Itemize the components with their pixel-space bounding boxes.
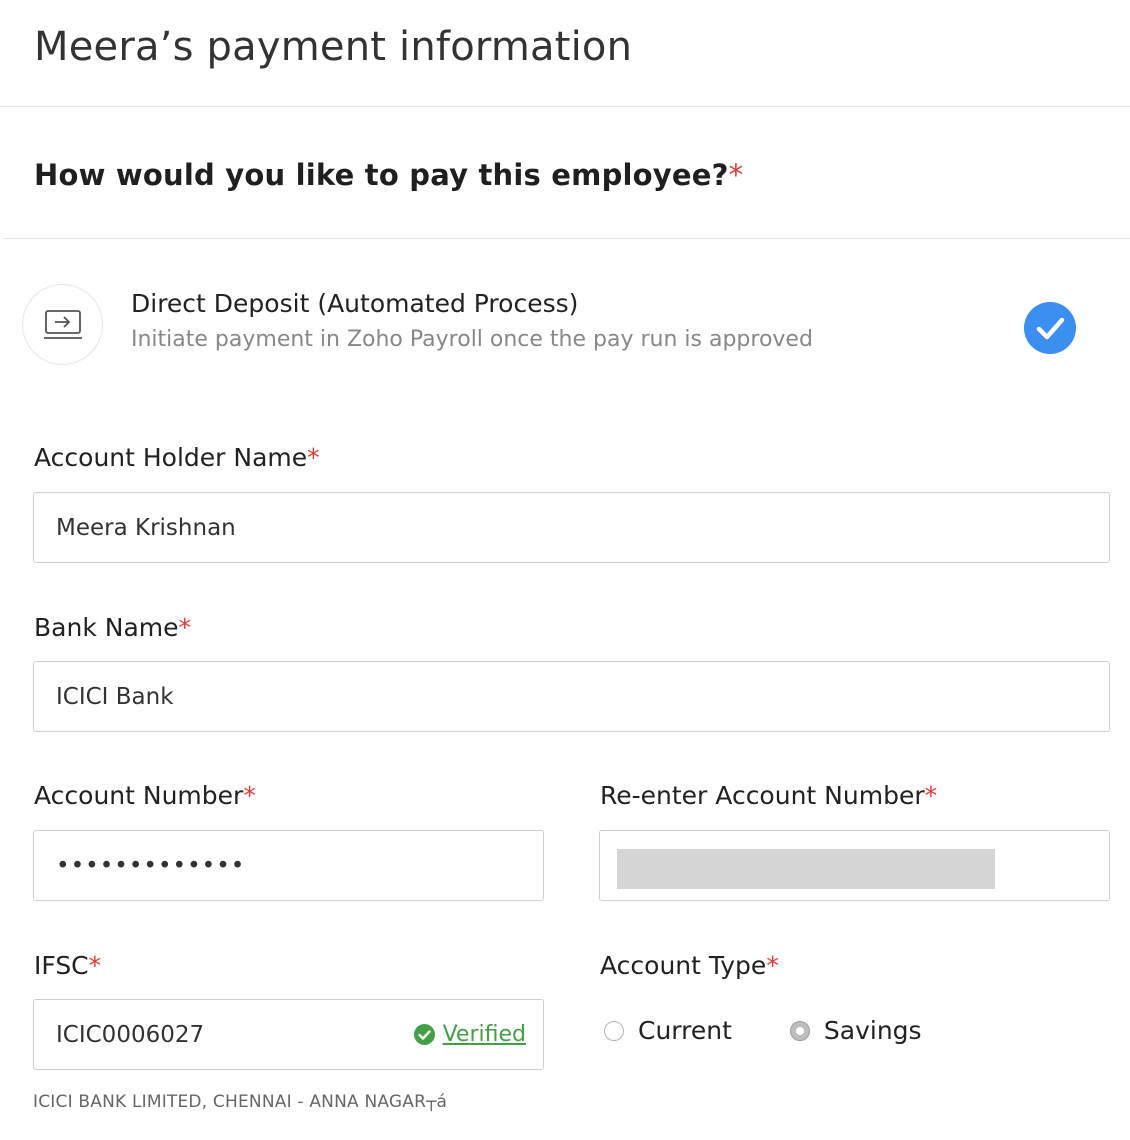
reenter-account-number-label-text: Re-enter Account Number — [600, 781, 925, 810]
account-type-savings-option[interactable]: Savings — [789, 1016, 922, 1045]
account-number-label-text: Account Number — [34, 781, 244, 810]
verified-link[interactable]: Verified — [443, 1022, 526, 1047]
page-header: Meera’s payment information — [0, 0, 1130, 107]
required-asterisk: * — [924, 781, 938, 810]
ifsc-label: IFSC* — [34, 951, 101, 980]
option-description: Initiate payment in Zoho Payroll once th… — [131, 327, 813, 352]
account-type-radio-group: Current Savings — [604, 1016, 980, 1045]
account-type-current-option[interactable]: Current — [604, 1016, 732, 1045]
radio-savings[interactable] — [789, 1020, 810, 1041]
ifsc-input[interactable]: ICIC0006027 Verified — [33, 999, 544, 1070]
question-text: How would you like to pay this employee?… — [34, 158, 743, 192]
checkmark-circle-icon — [1024, 302, 1076, 354]
radio-savings-label: Savings — [823, 1016, 922, 1045]
option-title: Direct Deposit (Automated Process) — [131, 289, 579, 318]
required-asterisk: * — [178, 613, 192, 642]
account-number-value: ••••••••••••• — [56, 852, 246, 879]
bank-name-value: ICICI Bank — [56, 683, 174, 710]
ifsc-label-text: IFSC — [34, 951, 89, 980]
question-label: How would you like to pay this employee? — [34, 157, 729, 192]
required-asterisk: * — [766, 951, 779, 980]
account-holder-input[interactable]: Meera Krishnan — [33, 492, 1110, 563]
bank-name-label-text: Bank Name — [34, 613, 179, 642]
reenter-account-number-label: Re-enter Account Number* — [600, 781, 937, 810]
verified-check-icon — [413, 1024, 435, 1045]
direct-deposit-option[interactable]: Direct Deposit (Automated Process) Initi… — [0, 239, 1130, 414]
required-asterisk: * — [88, 951, 102, 980]
bank-name-label: Bank Name* — [34, 613, 191, 642]
account-type-label-text: Account Type — [600, 951, 767, 980]
required-asterisk: * — [307, 443, 320, 472]
account-number-input[interactable]: ••••••••••••• — [33, 830, 544, 901]
required-asterisk: * — [728, 157, 744, 192]
bank-branch-note: ICICI BANK LIMITED, CHENNAI - ANNA NAGAR… — [33, 1092, 448, 1112]
bank-name-input[interactable]: ICICI Bank — [33, 661, 1110, 732]
account-type-label: Account Type* — [600, 951, 779, 980]
account-holder-label: Account Holder Name* — [34, 443, 320, 472]
radio-current[interactable] — [604, 1020, 624, 1041]
payment-method-question: How would you like to pay this employee?… — [4, 107, 1130, 239]
ifsc-value: ICIC0006027 — [56, 1021, 205, 1048]
ifsc-verified-status[interactable]: Verified — [413, 1022, 526, 1047]
required-asterisk: * — [243, 781, 256, 810]
radio-current-label: Current — [638, 1016, 732, 1045]
reenter-account-number-input[interactable] — [599, 830, 1110, 901]
redacted-value — [617, 849, 995, 889]
account-holder-value: Meera Krishnan — [56, 514, 236, 541]
payment-info-page: Meera’s payment information How would yo… — [0, 0, 1130, 1140]
transfer-screen-icon — [22, 284, 103, 365]
page-title: Meera’s payment information — [34, 24, 633, 70]
account-number-label: Account Number* — [34, 781, 256, 810]
account-holder-label-text: Account Holder Name — [34, 443, 308, 472]
